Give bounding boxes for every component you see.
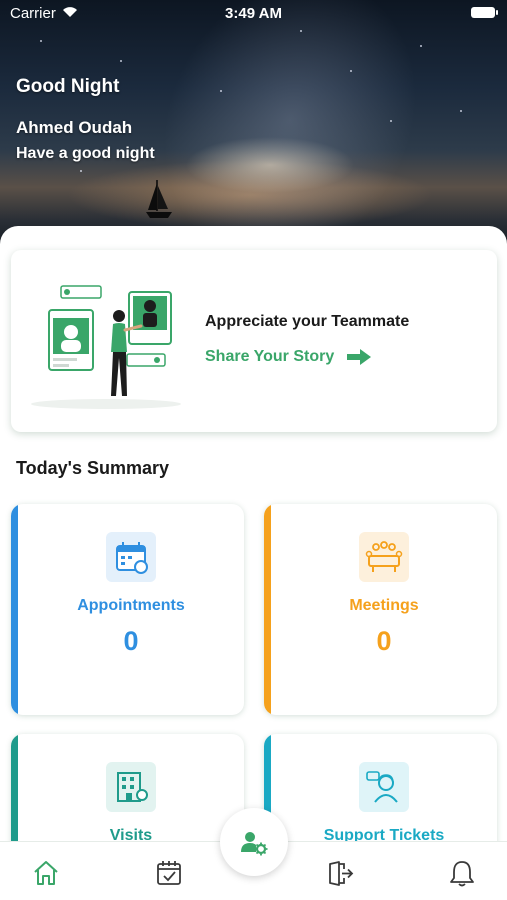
appointments-card[interactable]: Appointments 0 [11, 504, 244, 715]
meeting-icon [358, 532, 409, 582]
share-story-link[interactable]: Share Your Story [205, 348, 372, 366]
user-settings-icon [241, 832, 268, 856]
meetings-label: Meetings [349, 597, 419, 614]
summary-title: Today's Summary [16, 458, 169, 478]
support-agent-icon [358, 762, 409, 812]
visits-card[interactable]: Visits [11, 734, 244, 854]
appreciate-title: Appreciate your Teammate [205, 313, 410, 330]
greeting-title: Good Night [16, 76, 120, 97]
meetings-count: 0 [376, 626, 392, 656]
status-bar: Carrier 3:49 AM [0, 0, 507, 26]
calendar-icon [105, 532, 156, 582]
meetings-card[interactable]: Meetings 0 [264, 504, 497, 715]
battery-icon [471, 7, 498, 18]
building-icon [105, 762, 156, 812]
tasks-icon[interactable] [154, 858, 184, 888]
arrow-right-icon [347, 349, 372, 365]
greeting-message: Have a good night [16, 145, 155, 162]
appointments-count: 0 [123, 626, 139, 656]
appreciate-teammate-card[interactable]: Appreciate your Teammate Share Your Stor… [11, 250, 497, 432]
card-accent-stripe [11, 734, 18, 854]
share-story-label: Share Your Story [205, 348, 335, 365]
bell-icon[interactable] [447, 858, 477, 888]
sailboat-icon [146, 180, 172, 218]
home-icon[interactable] [31, 858, 61, 888]
status-time: 3:49 AM [225, 5, 282, 22]
user-settings-button[interactable] [220, 808, 288, 876]
teammate-illustration [31, 285, 181, 409]
card-accent-stripe [11, 504, 18, 715]
appointments-label: Appointments [77, 597, 185, 614]
logout-icon[interactable] [325, 858, 355, 888]
user-name: Ahmed Oudah [16, 118, 133, 137]
support-tickets-card[interactable]: Support Tickets [264, 734, 497, 854]
card-accent-stripe [264, 504, 271, 715]
